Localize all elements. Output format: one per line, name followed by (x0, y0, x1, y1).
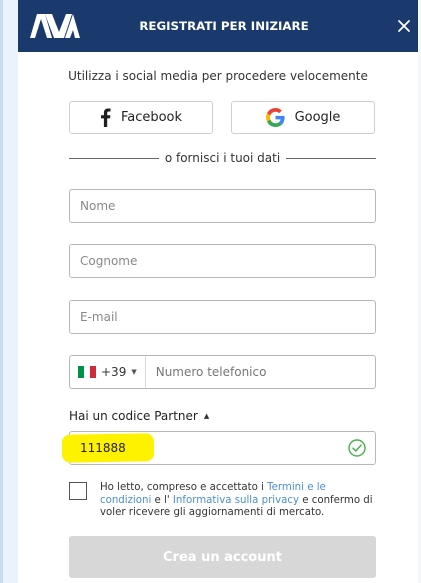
phone-number-input[interactable] (145, 356, 375, 388)
social-login-intro: Utilizza i social media per procedere ve… (68, 69, 368, 83)
signup-modal: REGISTRATI PER INIZIARE Utilizza i socia… (18, 0, 418, 583)
chevron-down-icon: ▼ (131, 367, 137, 376)
terms-checkbox[interactable] (69, 482, 87, 500)
facebook-label: Facebook (120, 110, 183, 125)
phone-field: +39 ▼ (69, 355, 376, 389)
ava-logo-icon (30, 14, 80, 38)
country-code: +39 (101, 365, 127, 379)
create-account-button[interactable]: Crea un account (69, 536, 376, 578)
google-login-button[interactable]: Google (231, 101, 375, 134)
separator-line-right (286, 157, 376, 159)
page-title: REGISTRATI PER INIZIARE (139, 19, 309, 33)
or-separator: o fornisci i tuoi dati (69, 150, 376, 166)
chevron-up-icon: ▲ (203, 411, 210, 420)
terms-middle: e l' (151, 494, 173, 506)
italy-flag-icon (78, 366, 96, 378)
facebook-login-button[interactable]: Facebook (69, 101, 213, 134)
partner-code-label: Hai un codice Partner (69, 409, 198, 423)
google-icon (265, 108, 285, 127)
partner-code-toggle[interactable]: Hai un codice Partner ▲ (69, 408, 209, 424)
partner-code-field (61, 431, 376, 465)
terms-row: Ho letto, compreso e accettato i Termini… (69, 482, 376, 524)
first-name-input[interactable] (69, 189, 376, 223)
google-label: Google (294, 110, 341, 125)
partner-code-input[interactable] (80, 432, 310, 464)
page-edge-strip (0, 0, 3, 583)
modal-header: REGISTRATI PER INIZIARE (18, 0, 418, 52)
close-button[interactable] (392, 14, 416, 38)
email-input[interactable] (69, 300, 376, 334)
privacy-link[interactable]: Informativa sulla privacy (173, 495, 299, 506)
close-icon (398, 20, 410, 32)
terms-text: Ho letto, compreso e accettato i Termini… (100, 482, 375, 520)
facebook-icon (100, 108, 111, 127)
check-circle-icon (348, 439, 366, 457)
separator-text: o fornisci i tuoi dati (164, 151, 281, 165)
last-name-input[interactable] (69, 244, 376, 278)
country-code-select[interactable]: +39 ▼ (70, 356, 146, 388)
separator-line-left (69, 157, 159, 159)
terms-prefix: Ho letto, compreso e accettato i (100, 482, 268, 493)
